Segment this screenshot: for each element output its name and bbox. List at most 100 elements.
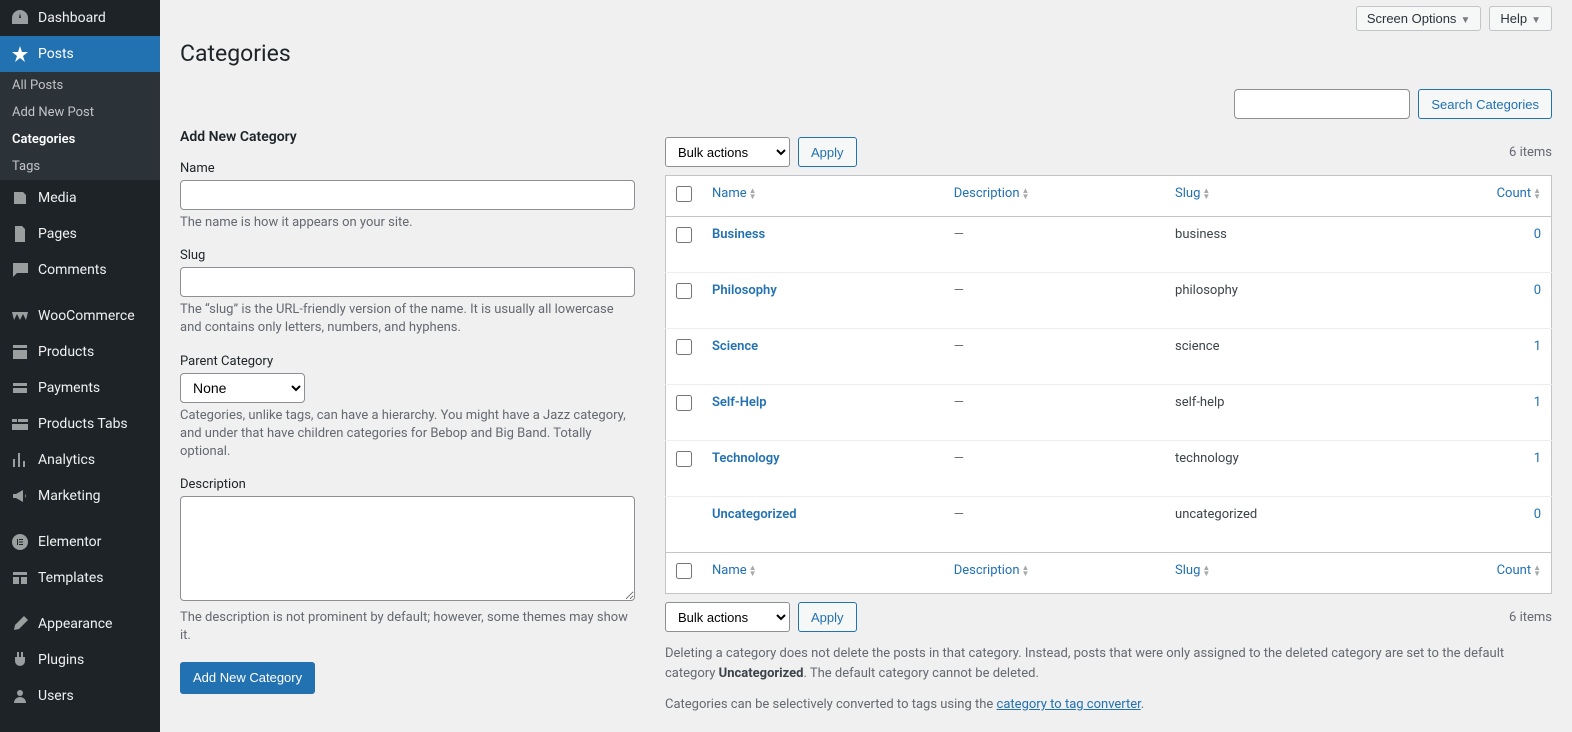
- sidebar-item-label: Payments: [38, 380, 100, 396]
- sidebar-item-label: Pages: [38, 226, 77, 242]
- pages-icon: [10, 224, 30, 244]
- templates-icon: [10, 568, 30, 588]
- products-icon: [10, 342, 30, 362]
- sidebar-item-plugins[interactable]: Plugins: [0, 642, 160, 678]
- payments-icon: [10, 378, 30, 398]
- category-name-link[interactable]: Science: [712, 339, 758, 354]
- count-link[interactable]: 0: [1534, 507, 1541, 522]
- sidebar-item-woocommerce[interactable]: WooCommerce: [0, 298, 160, 334]
- table-row: Technology—technology1: [666, 441, 1552, 497]
- search-input[interactable]: [1234, 89, 1410, 119]
- count-link[interactable]: 1: [1534, 395, 1541, 410]
- sidebar-item-dashboard[interactable]: Dashboard: [0, 0, 160, 36]
- sidebar-item-pages[interactable]: Pages: [0, 216, 160, 252]
- name-help: The name is how it appears on your site.: [180, 214, 635, 232]
- items-count-bottom: 6 items: [1509, 610, 1552, 625]
- row-checkbox[interactable]: [676, 451, 692, 467]
- sidebar-item-marketing[interactable]: Marketing: [0, 478, 160, 514]
- description-cell: —: [954, 507, 964, 522]
- slug-cell: uncategorized: [1165, 497, 1401, 553]
- sidebar-item-templates[interactable]: Templates: [0, 560, 160, 596]
- sidebar-item-elementor[interactable]: Elementor: [0, 524, 160, 560]
- col-slug[interactable]: Slug▲▼: [1165, 176, 1401, 217]
- table-row: Business—business0: [666, 217, 1552, 273]
- table-row: Uncategorized — uncategorized 0: [666, 497, 1552, 553]
- sidebar-subitem-add-new[interactable]: Add New Post: [0, 99, 160, 126]
- select-all-bottom[interactable]: [676, 563, 692, 579]
- row-checkbox[interactable]: [676, 227, 692, 243]
- dashboard-icon: [10, 8, 30, 28]
- col-description-foot[interactable]: Description▲▼: [944, 553, 1165, 594]
- sidebar-item-appearance[interactable]: Appearance: [0, 606, 160, 642]
- col-count-foot[interactable]: Count▲▼: [1401, 553, 1551, 594]
- admin-sidebar: Dashboard PostsAll PostsAdd New PostCateg…: [0, 0, 160, 732]
- sidebar-item-posts[interactable]: Posts: [0, 36, 160, 72]
- count-link[interactable]: 0: [1534, 227, 1541, 242]
- category-name-link[interactable]: Uncategorized: [712, 507, 797, 522]
- name-input[interactable]: [180, 180, 635, 210]
- sidebar-item-analytics[interactable]: Analytics: [0, 442, 160, 478]
- sidebar-item-label: Templates: [38, 570, 104, 586]
- slug-cell: technology: [1165, 441, 1401, 497]
- sidebar-subitem-all-posts[interactable]: All Posts: [0, 72, 160, 99]
- sort-icon: ▲▼: [1533, 188, 1541, 200]
- category-name-link[interactable]: Technology: [712, 451, 780, 466]
- count-link[interactable]: 1: [1534, 339, 1541, 354]
- bulk-actions-top[interactable]: Bulk actions: [665, 137, 790, 167]
- sort-icon: ▲▼: [1202, 565, 1210, 577]
- description-textarea[interactable]: [180, 496, 635, 601]
- sidebar-item-label: Dashboard: [38, 10, 106, 26]
- sidebar-subitem-tags[interactable]: Tags: [0, 153, 160, 180]
- elementor-icon: [10, 532, 30, 552]
- sidebar-item-comments[interactable]: Comments: [0, 252, 160, 288]
- row-checkbox[interactable]: [676, 339, 692, 355]
- sidebar-item-products[interactable]: Products: [0, 334, 160, 370]
- sidebar-item-label: Products Tabs: [38, 416, 128, 432]
- description-cell: —: [954, 283, 964, 298]
- count-link[interactable]: 0: [1534, 283, 1541, 298]
- help-button[interactable]: Help▼: [1489, 6, 1552, 31]
- parent-select[interactable]: None: [180, 373, 305, 403]
- count-link[interactable]: 1: [1534, 451, 1541, 466]
- bulk-actions-bottom[interactable]: Bulk actions: [665, 602, 790, 632]
- appearance-icon: [10, 614, 30, 634]
- slug-cell: business: [1165, 217, 1401, 273]
- apply-top-button[interactable]: Apply: [798, 137, 857, 167]
- col-name[interactable]: Name▲▼: [702, 176, 944, 217]
- sidebar-item-payments[interactable]: Payments: [0, 370, 160, 406]
- sidebar-item-label: Elementor: [38, 534, 101, 550]
- main-content: Screen Options▼ Help▼ Categories Search …: [160, 0, 1572, 732]
- row-checkbox[interactable]: [676, 395, 692, 411]
- apply-bottom-button[interactable]: Apply: [798, 602, 857, 632]
- sidebar-item-label: Plugins: [38, 652, 84, 668]
- col-slug-foot[interactable]: Slug▲▼: [1165, 553, 1401, 594]
- page-title: Categories: [180, 31, 1552, 71]
- select-all-top[interactable]: [676, 186, 692, 202]
- category-to-tag-link[interactable]: category to tag converter: [997, 697, 1141, 712]
- sidebar-item-products-tabs[interactable]: Products Tabs: [0, 406, 160, 442]
- slug-cell: philosophy: [1165, 273, 1401, 329]
- add-category-button[interactable]: Add New Category: [180, 662, 315, 694]
- row-checkbox[interactable]: [676, 283, 692, 299]
- sidebar-item-users[interactable]: Users: [0, 678, 160, 714]
- description-cell: —: [954, 339, 964, 354]
- table-row: Science—science1: [666, 329, 1552, 385]
- category-name-link[interactable]: Self-Help: [712, 395, 767, 410]
- col-name-foot[interactable]: Name▲▼: [702, 553, 944, 594]
- name-label: Name: [180, 161, 635, 176]
- marketing-icon: [10, 486, 30, 506]
- screen-options-button[interactable]: Screen Options▼: [1356, 6, 1482, 31]
- sidebar-subitem-categories[interactable]: Categories: [0, 126, 160, 153]
- sidebar-item-media[interactable]: Media: [0, 180, 160, 216]
- sort-icon: ▲▼: [749, 188, 757, 200]
- comments-icon: [10, 260, 30, 280]
- slug-input[interactable]: [180, 267, 635, 297]
- description-help: The description is not prominent by defa…: [180, 609, 635, 645]
- sidebar-item-label: Marketing: [38, 488, 101, 504]
- col-description[interactable]: Description▲▼: [944, 176, 1165, 217]
- category-name-link[interactable]: Business: [712, 227, 765, 242]
- products-tabs-icon: [10, 414, 30, 434]
- col-count[interactable]: Count▲▼: [1401, 176, 1551, 217]
- search-categories-button[interactable]: Search Categories: [1418, 89, 1552, 119]
- category-name-link[interactable]: Philosophy: [712, 283, 777, 298]
